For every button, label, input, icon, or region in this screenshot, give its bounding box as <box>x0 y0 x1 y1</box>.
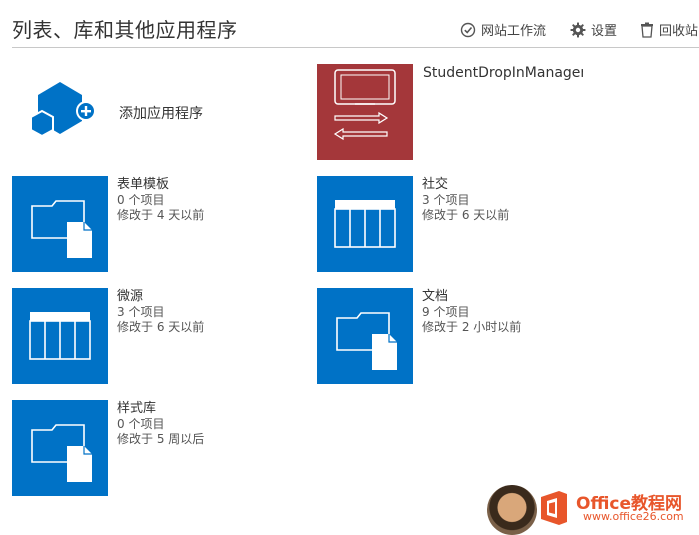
app-name[interactable]: StudentDropInManageme <box>423 64 583 82</box>
recycle-bin-button[interactable]: 回收站 <box>640 20 698 39</box>
settings-button[interactable]: 设置 <box>570 20 617 39</box>
office-logo-icon <box>541 491 567 525</box>
list-tile-form-templates[interactable] <box>12 176 108 272</box>
list-modified: 修改于 6 天以前 <box>117 320 205 334</box>
folder-document-icon <box>31 424 92 482</box>
list-item-count: 3 个项目 <box>422 193 470 207</box>
list-modified: 修改于 5 周以后 <box>117 432 205 446</box>
list-info-documents: 文档 9 个项目 修改于 2 小时以前 <box>422 288 521 335</box>
add-app-tile[interactable] <box>12 64 108 160</box>
page-header: 列表、库和其他应用程序 网站工作流 设置 回收站 <box>0 0 699 48</box>
list-info-social: 社交 3 个项目 修改于 6 天以前 <box>422 176 509 223</box>
list-name[interactable]: 社交 <box>422 176 509 193</box>
list-tile-social[interactable] <box>317 176 413 272</box>
site-workflows-label: 网站工作流 <box>481 24 547 39</box>
header-divider <box>12 47 699 48</box>
list-name[interactable]: 文档 <box>422 288 521 305</box>
list-info-style-library: 样式库 0 个项目 修改于 5 周以后 <box>117 400 204 447</box>
watermark-avatar <box>487 485 537 535</box>
list-name[interactable]: 微源 <box>117 288 204 305</box>
list-modified: 修改于 6 天以前 <box>422 208 510 222</box>
add-app-hexagon-icon <box>30 82 96 138</box>
list-name[interactable]: 表单模板 <box>117 176 204 193</box>
list-tile-microsource[interactable] <box>12 288 108 384</box>
app-tablet-icon <box>333 69 396 141</box>
site-workflows-button[interactable]: 网站工作流 <box>460 20 546 39</box>
app-tile-student[interactable] <box>317 64 413 160</box>
list-tile-documents[interactable] <box>317 288 413 384</box>
list-item-count: 9 个项目 <box>422 305 470 319</box>
list-modified: 修改于 4 天以前 <box>117 208 205 222</box>
gear-icon <box>570 22 586 37</box>
recycle-bin-label: 回收站 <box>659 24 699 39</box>
settings-label: 设置 <box>591 24 618 39</box>
app-info-student: StudentDropInManageme <box>423 64 583 82</box>
list-info-form-templates: 表单模板 0 个项目 修改于 4 天以前 <box>117 176 204 223</box>
list-item-count: 0 个项目 <box>117 417 165 431</box>
page-title: 列表、库和其他应用程序 <box>12 18 238 42</box>
list-item-count: 0 个项目 <box>117 193 165 207</box>
list-info-microsource: 微源 3 个项目 修改于 6 天以前 <box>117 288 204 335</box>
watermark: Office教程网 www.office26.com <box>487 483 699 535</box>
workflow-check-icon <box>460 22 476 37</box>
list-name[interactable]: 样式库 <box>117 400 204 417</box>
list-item-count: 3 个项目 <box>117 305 165 319</box>
list-modified: 修改于 2 小时以前 <box>422 320 522 334</box>
folder-document-icon <box>336 312 397 370</box>
watermark-url: www.office26.com <box>583 510 684 523</box>
list-table-icon <box>334 200 396 248</box>
recycle-bin-icon <box>641 22 653 38</box>
list-table-icon <box>29 312 91 360</box>
add-app-label[interactable]: 添加应用程序 <box>119 103 203 123</box>
list-tile-style-library[interactable] <box>12 400 108 496</box>
folder-document-icon <box>31 200 92 258</box>
